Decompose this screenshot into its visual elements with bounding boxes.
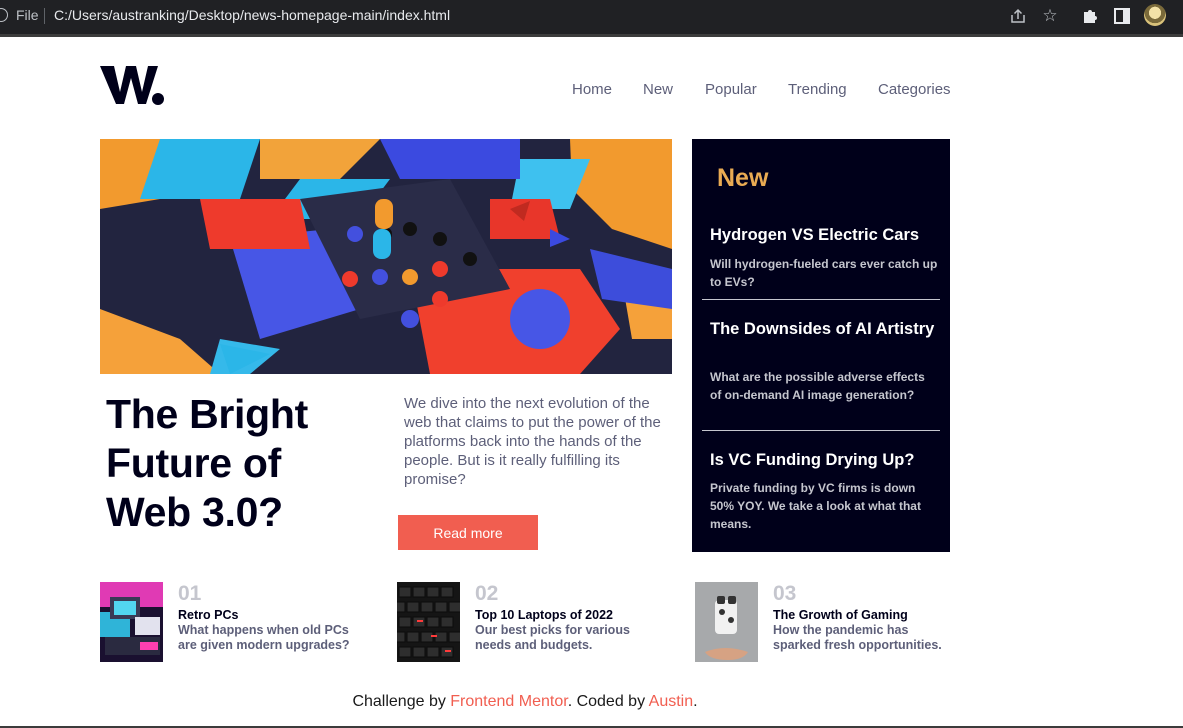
nav-popular[interactable]: Popular	[705, 81, 757, 98]
new-heading: New	[717, 164, 769, 192]
footer-middle: . Coded by	[567, 693, 649, 710]
bookmark-star-icon[interactable]: ☆	[1040, 6, 1060, 26]
nav-new[interactable]: New	[643, 81, 673, 98]
card-desc: Our best picks for various needs and bud…	[475, 623, 630, 652]
new-item-desc: What are the possible adverse effects of…	[710, 370, 925, 402]
hero-image	[100, 139, 672, 374]
attribution-footer: Challenge by Frontend Mentor. Coded by A…	[0, 693, 1050, 711]
side-panel-icon[interactable]	[1112, 6, 1132, 26]
divider	[702, 430, 940, 431]
new-item-desc: Private funding by VC firms is down 50% …	[710, 481, 921, 531]
extensions-puzzle-icon[interactable]	[1080, 6, 1100, 26]
gaming-controller-image	[695, 582, 758, 662]
new-item-title[interactable]: Hydrogen VS Electric Cars	[710, 225, 935, 245]
nav-home[interactable]: Home	[572, 81, 612, 98]
author-link[interactable]: Austin	[649, 693, 693, 710]
card-number: 01	[178, 582, 202, 605]
new-panel: New Hydrogen VS Electric Cars Will hydro…	[692, 139, 950, 552]
frontend-mentor-link[interactable]: Frontend Mentor	[450, 693, 567, 710]
profile-avatar[interactable]	[1144, 4, 1166, 26]
read-more-button[interactable]: Read more	[398, 515, 538, 550]
article-card[interactable]: 02 Top 10 Laptops of 2022 Our best picks…	[397, 582, 677, 662]
address-bar[interactable]: C:/Users/austranking/Desktop/news-homepa…	[54, 7, 450, 23]
nav-trending[interactable]: Trending	[788, 81, 847, 98]
footer-prefix: Challenge by	[352, 693, 451, 710]
card-title[interactable]: Retro PCs	[178, 608, 238, 622]
new-item-desc: Will hydrogen-fueled cars ever catch up …	[710, 257, 938, 289]
card-desc: What happens when old PCs are given mode…	[178, 623, 350, 652]
site-info-icon[interactable]	[0, 8, 8, 22]
new-item-title[interactable]: Is VC Funding Drying Up?	[710, 450, 935, 470]
divider	[702, 299, 940, 300]
article-card[interactable]: 03 The Growth of Gaming How the pandemic…	[695, 582, 975, 662]
share-icon[interactable]	[1008, 6, 1028, 26]
footer-suffix: .	[693, 693, 698, 710]
article-card[interactable]: 01 Retro PCs What happens when old PCs a…	[100, 582, 380, 662]
card-title[interactable]: Top 10 Laptops of 2022	[475, 608, 613, 622]
file-label: File	[16, 7, 39, 23]
brand-logo[interactable]	[100, 64, 166, 106]
laptop-keyboard-image	[397, 582, 460, 662]
browser-toolbar: File C:/Users/austranking/Desktop/news-h…	[0, 0, 1183, 37]
nav-categories[interactable]: Categories	[878, 81, 951, 98]
card-number: 03	[773, 582, 797, 605]
new-item-title[interactable]: The Downsides of AI Artistry	[710, 319, 935, 339]
divider	[44, 8, 45, 24]
hero-description: We dive into the next evolution of the w…	[404, 395, 661, 488]
retro-pcs-image	[100, 582, 163, 662]
card-title[interactable]: The Growth of Gaming	[773, 608, 908, 622]
card-desc: How the pandemic has sparked fresh oppor…	[773, 623, 942, 652]
hero-title: The Bright Future of Web 3.0?	[106, 391, 308, 535]
card-number: 02	[475, 582, 499, 605]
